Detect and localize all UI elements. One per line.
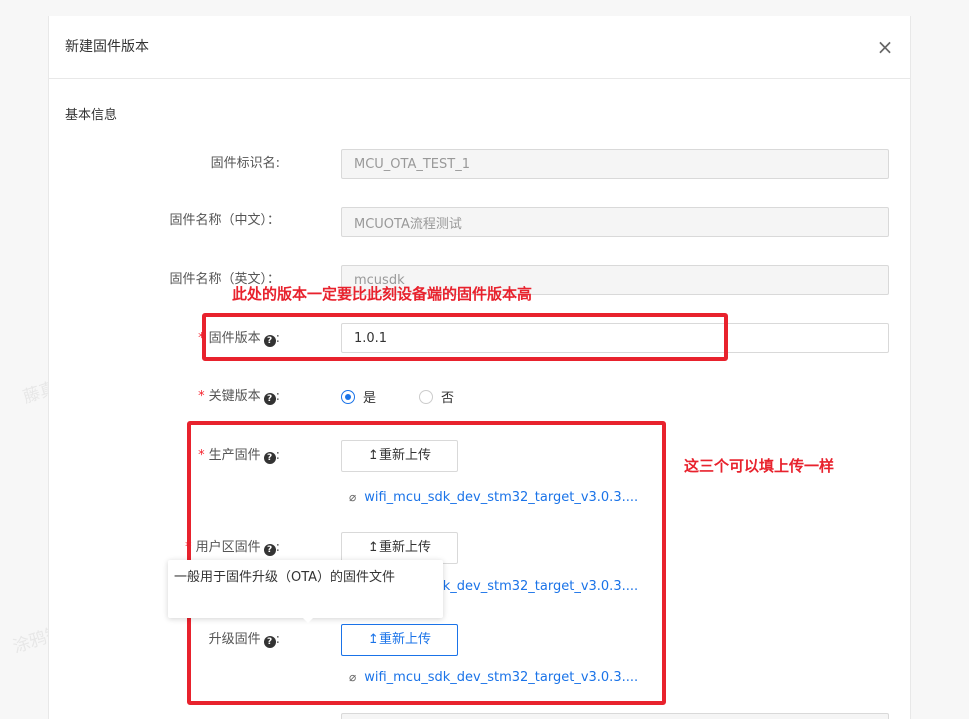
close-icon[interactable]: × [875,36,895,58]
name-cn-label: 固件名称（中文）： [169,213,280,228]
key-version-label: * 关键版本?: [198,389,280,405]
upload-annotation-text: 这三个可以填上传一样 [684,457,835,475]
name-cn-input[interactable] [341,207,889,237]
key-version-no-radio[interactable]: 否 [419,387,454,406]
key-version-yes-radio[interactable]: 是 [341,387,376,406]
modal-header: 新建固件版本 × [49,16,910,79]
tooltip-arrow [302,617,314,623]
version-annotation-box [202,313,728,361]
modal-title: 新建固件版本 [65,39,149,55]
radio-unchecked-icon [419,390,433,404]
firmware-id-label: 固件标识名: [210,156,280,171]
firmware-id-input[interactable] [341,149,889,179]
required-mark: * [198,389,205,404]
next-field-input[interactable] [341,713,889,719]
help-icon[interactable]: ? [263,393,276,405]
version-annotation-text: 此处的版本一定要比此刻设备端的固件版本高 [232,285,533,303]
help-tooltip: 一般用于固件升级（OTA）的固件文件 [168,560,443,618]
section-title: 基本信息 [65,108,118,123]
radio-checked-icon [341,390,355,404]
